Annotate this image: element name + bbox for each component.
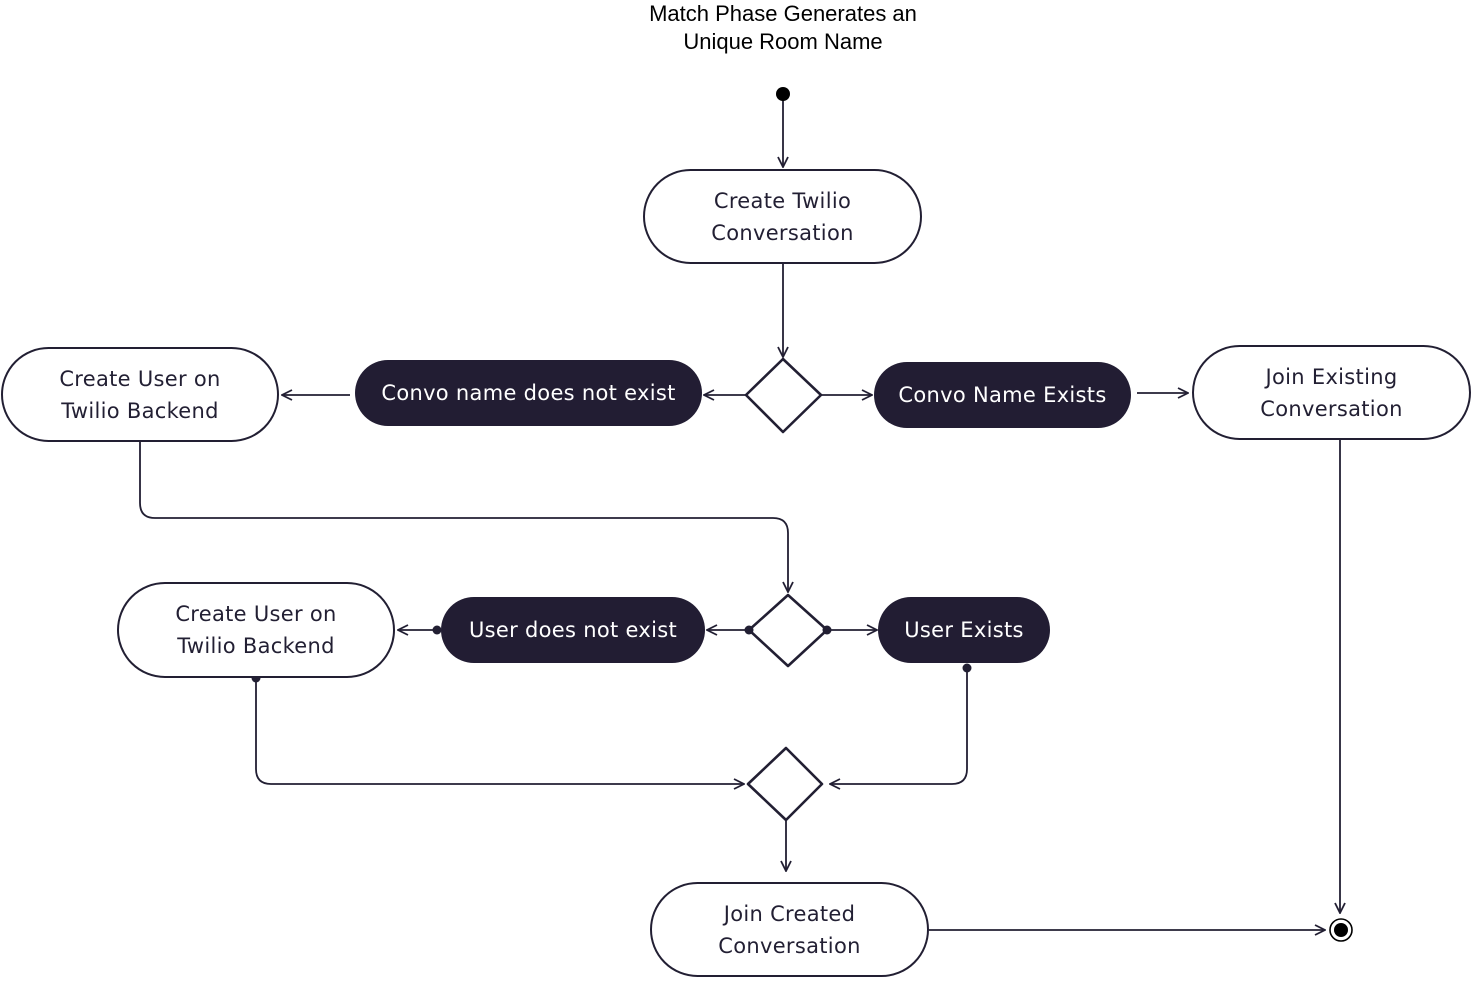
decision-convo-exists	[744, 357, 823, 434]
node-convo-name-does-not-exist: Convo name does not exist	[355, 360, 702, 426]
edge-create-user-to-merge	[255, 678, 744, 784]
junction-dot	[822, 625, 832, 635]
node-join-created-conversation: Join Created Conversation	[650, 882, 929, 977]
node-label: Create User on Twilio Backend	[59, 366, 221, 423]
node-user-does-not-exist: User does not exist	[441, 597, 705, 663]
edge-create-user-to-decision-2	[139, 442, 788, 592]
node-label: Join Existing Conversation	[1260, 364, 1403, 421]
junction-dot	[744, 625, 754, 635]
node-convo-name-exists: Convo Name Exists	[874, 362, 1131, 428]
node-label: Convo Name Exists	[898, 383, 1107, 407]
node-label: Create User on Twilio Backend	[175, 602, 337, 658]
flowchart-connectors	[139, 87, 1353, 942]
node-create-twilio-conversation: Create Twilio Conversation	[643, 169, 922, 264]
node-label: User does not exist	[468, 618, 677, 642]
node-label: User Exists	[904, 618, 1024, 642]
node-label: Create Twilio Conversation	[711, 188, 854, 245]
node-create-user-on-twilio-backend-2: Create User on Twilio Backend	[117, 582, 395, 678]
node-label: Convo name does not exist	[381, 381, 676, 405]
node-user-exists: User Exists	[878, 597, 1050, 663]
end-node-inner-icon	[1334, 923, 1348, 937]
merge-node	[746, 746, 824, 822]
junction-dot	[962, 663, 972, 673]
node-label: Join Created Conversation	[718, 901, 861, 958]
start-node-icon	[776, 87, 790, 101]
node-join-existing-conversation: Join Existing Conversation	[1192, 345, 1471, 440]
decision-user-exists	[747, 593, 829, 668]
node-create-user-on-twilio-backend-1: Create User on Twilio Backend	[1, 347, 279, 442]
diagram-title: Match Phase Generates an Unique Room Nam…	[649, 1, 917, 54]
edge-user-exists-to-merge	[830, 668, 968, 784]
